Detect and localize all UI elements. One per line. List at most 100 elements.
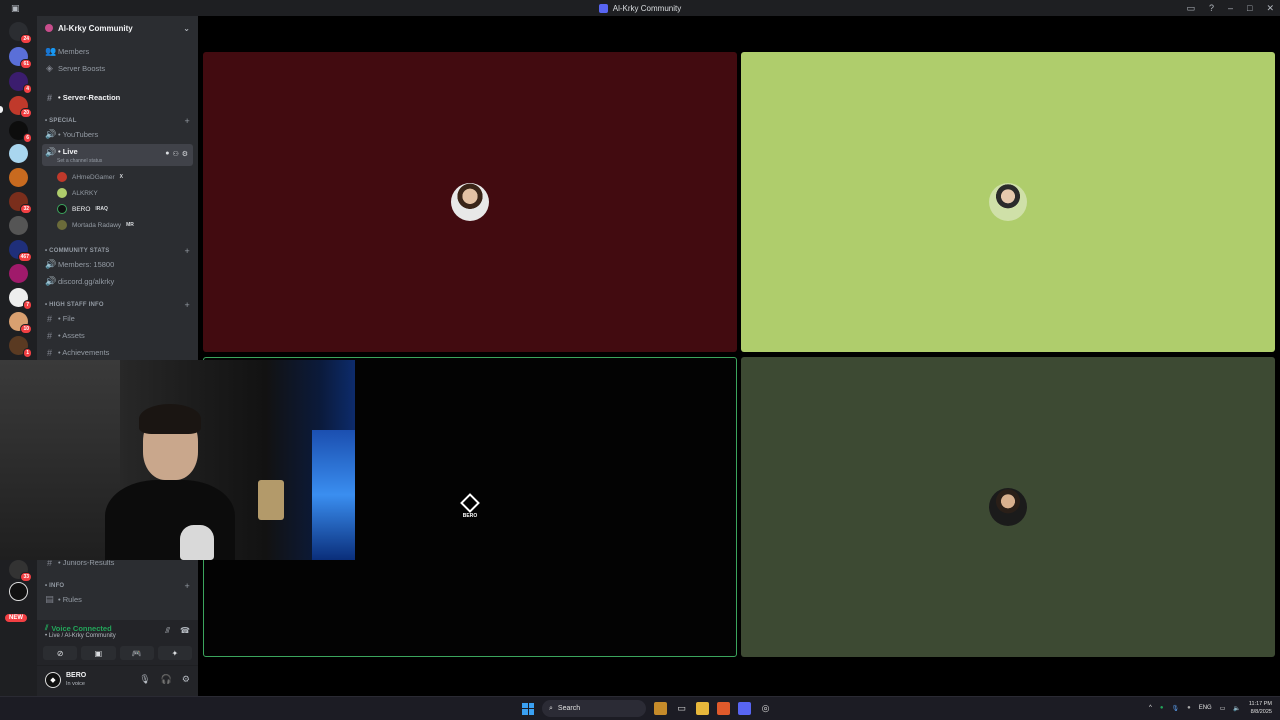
browser-icon[interactable] <box>717 702 730 715</box>
discord-icon[interactable] <box>738 702 751 715</box>
category-label: • INFO <box>45 583 65 589</box>
microphone-icon[interactable]: 🎙 <box>1171 705 1179 712</box>
bero-logo: BERO <box>460 492 480 519</box>
channel-assets[interactable]: # • Assets <box>42 328 193 343</box>
gear-icon[interactable]: ⚙ <box>182 150 188 158</box>
server-icon[interactable]: 61 <box>9 47 32 69</box>
members-item[interactable]: 👥 Members <box>42 44 193 59</box>
add-channel-icon[interactable]: + <box>185 246 190 256</box>
soundboard-button[interactable]: ✦ <box>157 646 192 660</box>
chat-icon[interactable]: ● <box>165 150 169 158</box>
taskbar-search[interactable]: ⌕ Search <box>542 700 646 717</box>
voice-status[interactable]: ⫽ Voice Connected <box>45 623 112 633</box>
server-boosts-item[interactable]: ◈ Server Boosts <box>42 61 193 76</box>
minimize-button[interactable]: – <box>1228 3 1233 13</box>
widget-icon[interactable] <box>654 702 667 715</box>
add-channel-icon[interactable]: + <box>185 581 190 591</box>
gear-icon[interactable]: ⚙ <box>182 674 190 685</box>
server-icon[interactable]: 6 <box>9 121 32 143</box>
channel-rules[interactable]: ▤ • Rules <box>42 592 193 607</box>
chevron-up-icon[interactable]: ^ <box>1149 705 1152 711</box>
inbox-icon[interactable]: ▣ <box>11 3 23 13</box>
avatar[interactable]: ◆ <box>45 672 61 688</box>
disconnect-icon[interactable]: ☎ <box>180 626 190 636</box>
server-header[interactable]: Al-Krky Community ⌄ <box>37 16 198 40</box>
voice-channel-icon: 🔊 <box>45 276 57 286</box>
category-community-stats[interactable]: • COMMUNITY STATS + <box>45 245 190 257</box>
user-controls: 🎙 🎧 ⚙ <box>139 674 190 685</box>
language-indicator[interactable]: ENG <box>1199 705 1212 711</box>
category-special[interactable]: • SPECIAL + <box>45 115 190 127</box>
avatar <box>57 220 67 230</box>
server-icon[interactable]: 20 <box>9 96 32 118</box>
user-name[interactable]: BERO <box>66 672 86 679</box>
clock[interactable]: 11:17 PM 8/8/2025 <box>1249 700 1272 716</box>
participant-tile-mortada[interactable] <box>741 357 1275 657</box>
voice-user-name: AHmeDGamer <box>72 173 115 181</box>
voice-channel-icon: 🔊 <box>45 129 57 139</box>
channel-status-text[interactable]: Set a channel status <box>57 158 102 164</box>
server-icon[interactable] <box>9 216 28 235</box>
channel-achievements[interactable]: # • Achievements <box>42 345 193 360</box>
server-icon[interactable] <box>9 264 28 283</box>
category-high-staff-info[interactable]: • HIGH STAFF INFO + <box>45 299 190 311</box>
voice-location[interactable]: • Live / Al-Krky Community <box>45 633 116 639</box>
window-controls: ▭ ? – □ ✕ <box>1186 0 1274 16</box>
headphones-icon[interactable]: 🎧 <box>161 674 172 685</box>
server-badge: 4 <box>23 84 32 94</box>
file-explorer-icon[interactable] <box>696 702 709 715</box>
chair <box>0 360 120 560</box>
tray-app-icon[interactable]: ● <box>1187 705 1191 711</box>
volume-icon[interactable]: 🔈 <box>1233 705 1240 712</box>
server-icon[interactable]: 467 <box>9 240 32 262</box>
activity-button[interactable]: 🎮 <box>119 646 154 660</box>
inbox-icon[interactable]: ▭ <box>1186 3 1195 14</box>
channel-label: • Assets <box>58 331 85 340</box>
channel-members-count[interactable]: 🔊 Members: 15800 <box>42 257 193 272</box>
category-info[interactable]: • INFO + <box>45 580 190 592</box>
server-icon[interactable]: 4 <box>9 72 32 94</box>
tray-app-icon[interactable]: ● <box>1160 705 1164 711</box>
server-icon[interactable]: 33 <box>9 560 32 582</box>
maximize-button[interactable]: □ <box>1247 3 1252 13</box>
clock-date: 8/8/2025 <box>1250 709 1272 715</box>
app-icon[interactable]: ◎ <box>759 702 772 715</box>
window-title: Al-Krky Community <box>598 3 681 13</box>
channel-file[interactable]: # • File <box>42 311 193 326</box>
server-icon[interactable]: 1 <box>9 336 32 358</box>
pc-case <box>312 430 355 560</box>
add-channel-icon[interactable]: + <box>185 116 190 126</box>
microphone-icon[interactable]: 🎙 <box>139 674 150 685</box>
help-icon[interactable]: ? <box>1209 3 1214 13</box>
add-member-icon[interactable]: ⚇ <box>172 150 178 158</box>
voice-user[interactable]: BERO IRAQ <box>57 202 190 216</box>
voice-user[interactable]: Mortada Radawy MR <box>57 218 190 232</box>
participant-tile-ahmedgamer[interactable] <box>203 52 737 352</box>
server-icon[interactable]: 10 <box>9 312 32 334</box>
network-icon[interactable]: ▭ <box>1220 705 1226 712</box>
participant-tile-alkrky[interactable] <box>741 52 1275 352</box>
server-icon[interactable]: 7 <box>9 288 32 310</box>
channel-invite[interactable]: 🔊 discord.gg/alkrky <box>42 274 193 289</box>
channel-server-reaction[interactable]: # • Server-Reaction <box>42 90 193 105</box>
windows-start-icon[interactable] <box>522 702 534 715</box>
boost-icon: ◈ <box>46 63 53 73</box>
server-icon[interactable] <box>9 168 28 187</box>
server-icon[interactable]: 32 <box>9 192 32 214</box>
camera-off-button[interactable]: ⊘ <box>43 646 78 660</box>
server-badge: 1 <box>23 348 32 358</box>
direct-messages-icon[interactable]: 24 <box>9 22 32 44</box>
task-view-icon[interactable]: ▭ <box>675 702 688 715</box>
add-channel-icon[interactable]: + <box>185 300 190 310</box>
noise-suppression-icon[interactable]: ⫻ <box>165 626 170 636</box>
server-icon[interactable] <box>9 582 28 601</box>
server-icon[interactable] <box>9 144 28 163</box>
streamer-body <box>105 480 235 560</box>
channel-youtubers[interactable]: 🔊 • YouTubers <box>42 127 193 142</box>
voice-user[interactable]: AHmeDGamer X <box>57 170 190 184</box>
search-placeholder: Search <box>557 705 581 712</box>
screen-share-button[interactable]: ▣ <box>81 646 116 660</box>
close-button[interactable]: ✕ <box>1266 3 1274 14</box>
voice-user[interactable]: ALKRKY <box>57 186 190 200</box>
channel-label: • Live <box>58 147 78 156</box>
